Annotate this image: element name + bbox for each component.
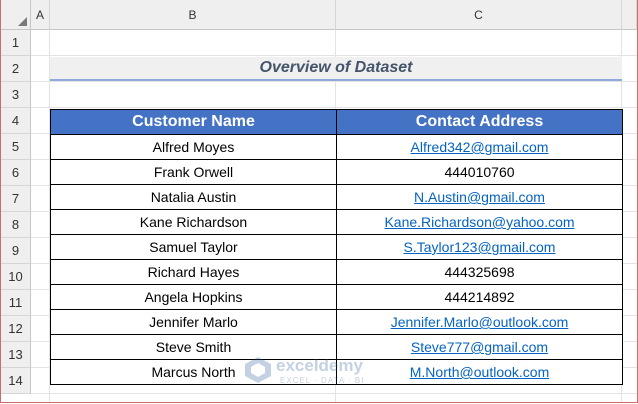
exceldemy-logo-icon [245, 357, 271, 383]
email-link[interactable]: S.Taylor123@gmail.com [404, 239, 556, 255]
gridline-row [31, 55, 637, 56]
row-header-14[interactable]: 14 [1, 368, 31, 394]
gridline-row [31, 393, 637, 394]
table-row: Angela Hopkins 444214892 [50, 284, 623, 310]
row-header-5[interactable]: 5 [1, 134, 31, 160]
table-row: Alfred Moyes Alfred342@gmail.com [50, 134, 623, 160]
table-row: Frank Orwell 444010760 [50, 159, 623, 185]
exceldemy-watermark: exceldemy EXCEL · DATA · BI [244, 354, 384, 388]
contact-address-cell[interactable]: N.Austin@gmail.com [336, 184, 623, 210]
watermark-tagline: EXCEL · DATA · BI [280, 376, 365, 385]
spreadsheet-frame: A B C 1 2 3 4 5 6 7 8 9 10 11 12 13 14 Overview of Da… [0, 0, 638, 403]
gridline-row [31, 107, 637, 108]
row-header-10[interactable]: 10 [1, 264, 31, 290]
phone-number: 444010760 [444, 164, 515, 180]
column-header-b[interactable]: B [50, 0, 336, 30]
column-header-c[interactable]: C [336, 0, 622, 30]
row-header-9[interactable]: 9 [1, 238, 31, 264]
row-header-6[interactable]: 6 [1, 160, 31, 186]
email-link[interactable]: Steve777@gmail.com [411, 339, 548, 355]
table-row: Jennifer Marlo Jennifer.Marlo@outlook.com [50, 309, 623, 335]
header-contact-address[interactable]: Contact Address [336, 109, 623, 135]
row-header-7[interactable]: 7 [1, 186, 31, 212]
contact-address-cell[interactable]: Kane.Richardson@yahoo.com [336, 209, 623, 235]
contact-address-cell[interactable]: Jennifer.Marlo@outlook.com [336, 309, 623, 335]
email-link[interactable]: Kane.Richardson@yahoo.com [384, 214, 574, 230]
row-header-13[interactable]: 13 [1, 342, 31, 368]
customer-name-cell[interactable]: Alfred Moyes [50, 134, 337, 160]
dataset-title[interactable]: Overview of Dataset [50, 57, 622, 81]
contact-address-cell[interactable]: 444325698 [336, 259, 623, 285]
row-header-8[interactable]: 8 [1, 212, 31, 238]
customer-name-cell[interactable]: Kane Richardson [50, 209, 337, 235]
email-link[interactable]: Jennifer.Marlo@outlook.com [391, 314, 569, 330]
customer-name-cell[interactable]: Samuel Taylor [50, 234, 337, 260]
contact-address-cell[interactable]: 444010760 [336, 159, 623, 185]
customer-table: Customer Name Contact Address Alfred Moy… [50, 109, 623, 385]
row-header-2[interactable]: 2 [1, 56, 31, 82]
header-customer-name[interactable]: Customer Name [50, 109, 337, 135]
email-link[interactable]: Alfred342@gmail.com [411, 139, 549, 155]
customer-name-cell[interactable]: Jennifer Marlo [50, 309, 337, 335]
select-all-triangle-icon [18, 17, 27, 26]
table-row: Samuel Taylor S.Taylor123@gmail.com [50, 234, 623, 260]
email-link[interactable]: N.Austin@gmail.com [414, 189, 545, 205]
column-header-a[interactable]: A [31, 0, 50, 30]
customer-name-cell[interactable]: Frank Orwell [50, 159, 337, 185]
column-header-d[interactable] [622, 0, 637, 30]
select-all-corner[interactable] [1, 0, 31, 30]
table-row: Natalia Austin N.Austin@gmail.com [50, 184, 623, 210]
row-header-3[interactable]: 3 [1, 82, 31, 108]
phone-number: 444214892 [444, 289, 515, 305]
customer-name-cell[interactable]: Natalia Austin [50, 184, 337, 210]
email-link[interactable]: M.North@outlook.com [410, 364, 549, 380]
watermark-name: exceldemy [276, 356, 363, 375]
gridline-row [31, 81, 637, 82]
contact-address-cell[interactable]: 444214892 [336, 284, 623, 310]
contact-address-cell[interactable]: Alfred342@gmail.com [336, 134, 623, 160]
customer-name-cell[interactable]: Richard Hayes [50, 259, 337, 285]
row-header-4[interactable]: 4 [1, 108, 31, 134]
table-header-row: Customer Name Contact Address [50, 109, 623, 135]
customer-name-cell[interactable]: Angela Hopkins [50, 284, 337, 310]
row-header-1[interactable]: 1 [1, 30, 31, 56]
contact-address-cell[interactable]: S.Taylor123@gmail.com [336, 234, 623, 260]
table-row: Richard Hayes 444325698 [50, 259, 623, 285]
row-header-11[interactable]: 11 [1, 290, 31, 316]
row-header-12[interactable]: 12 [1, 316, 31, 342]
phone-number: 444325698 [444, 264, 515, 280]
table-row: Kane Richardson Kane.Richardson@yahoo.com [50, 209, 623, 235]
